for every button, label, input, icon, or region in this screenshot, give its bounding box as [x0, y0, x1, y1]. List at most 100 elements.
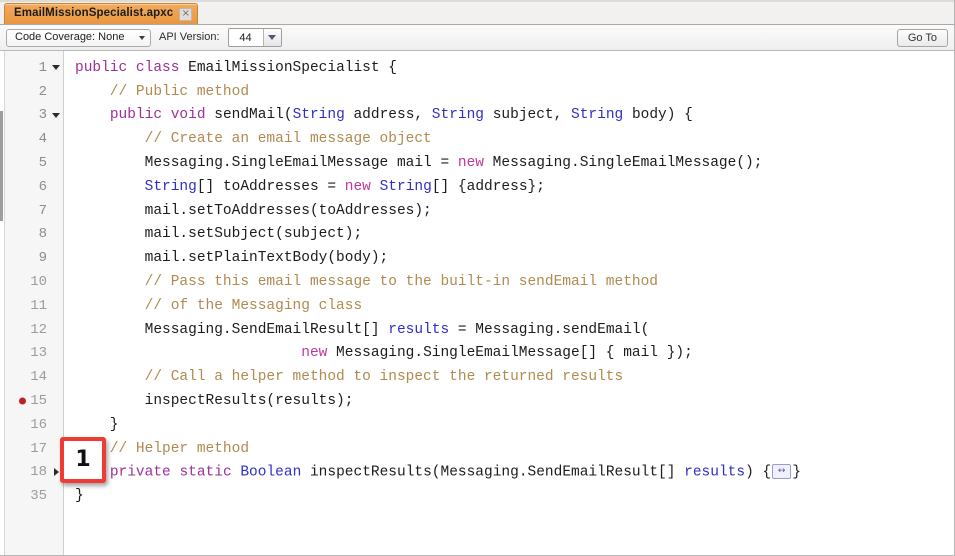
chevron-down-icon — [139, 35, 145, 40]
editor-tab-email-mission-specialist[interactable]: EmailMissionSpecialist.apxc × — [4, 3, 199, 24]
code-token: body) { — [623, 107, 693, 124]
line-number: 6 — [38, 178, 47, 195]
code-token: results — [684, 464, 746, 481]
code-token: EmailMissionSpecialist { — [179, 59, 397, 76]
line-number: 16 — [30, 416, 47, 433]
code-token: String — [571, 107, 624, 124]
code-token: // of the Messaging class — [75, 297, 363, 314]
line-number: 14 — [30, 369, 47, 386]
code-text: String[] toAddresses = new String[] {add… — [63, 179, 545, 195]
code-token: mail.setSubject(subject); — [75, 226, 363, 243]
code-token: new — [301, 345, 328, 362]
code-text: // of the Messaging class — [63, 297, 363, 314]
code-token: // Create an email message object — [75, 131, 432, 148]
code-token: inspectResults(results); — [75, 393, 354, 410]
editor-tab-label: EmailMissionSpecialist.apxc — [14, 7, 174, 20]
code-line[interactable]: 8 mail.setSubject(subject); — [5, 223, 954, 247]
line-number: 9 — [38, 250, 47, 267]
code-line[interactable]: 5 Messaging.SingleEmailMessage mail = ne… — [5, 151, 954, 175]
code-fold-badge[interactable]: ↔ — [772, 464, 792, 480]
code-text: } — [63, 488, 84, 504]
line-number: 1 — [38, 59, 47, 76]
code-text: mail.setToAddresses(toAddresses); — [63, 203, 432, 219]
code-token: [] {address}; — [431, 178, 545, 195]
code-token: // Call a helper method to inspect the r… — [75, 369, 624, 386]
code-text: mail.setPlainTextBody(body); — [63, 250, 389, 266]
close-icon[interactable]: × — [179, 7, 193, 21]
line-number: 12 — [30, 321, 47, 338]
code-token: inspectResults(Messaging.SendEmailResult… — [301, 464, 685, 481]
code-token: Messaging.SingleEmailMessage[] { mail })… — [327, 345, 693, 362]
line-number: 18 — [30, 464, 47, 481]
line-number: 11 — [30, 297, 47, 314]
code-text: mail.setSubject(subject); — [63, 226, 363, 243]
code-token: new — [457, 155, 484, 172]
go-to-button[interactable]: Go To — [896, 28, 948, 47]
code-token: Boolean — [240, 464, 302, 481]
code-line[interactable]: 10 // Pass this email message to the bui… — [5, 270, 954, 294]
annotation-callout-1: 1 — [60, 437, 106, 483]
code-text: public class EmailMissionSpecialist { — [63, 60, 397, 76]
breakpoint-icon[interactable] — [19, 397, 26, 405]
code-token: // Public method — [75, 83, 250, 100]
api-version-select[interactable]: 44 — [227, 28, 282, 47]
apex-code-editor-window: EmailMissionSpecialist.apxc × Code Cover… — [0, 0, 955, 556]
code-token: // Pass this email message to the built-… — [75, 274, 658, 291]
code-text: Messaging.SendEmailResult[] results = Me… — [63, 321, 650, 338]
code-line[interactable]: 3 public void sendMail(String address, S… — [5, 104, 954, 128]
code-token: = Messaging.sendEmail( — [449, 321, 650, 338]
code-line[interactable]: 6 String[] toAddresses = new String[] {a… — [5, 175, 954, 199]
editor-toolbar: Code Coverage: None API Version: 44 Go T… — [0, 25, 954, 51]
code-line[interactable]: 11 // of the Messaging class — [5, 294, 954, 318]
code-text: // Public method — [63, 84, 249, 100]
code-line[interactable]: 2 // Public method — [5, 80, 954, 104]
code-line[interactable]: 17 // Helper method — [5, 437, 954, 461]
line-number: 35 — [30, 488, 47, 505]
code-line[interactable]: 12 Messaging.SendEmailResult[] results =… — [5, 318, 954, 342]
code-token: [] toAddresses = — [196, 178, 345, 195]
code-line[interactable]: 15 inspectResults(results); — [5, 389, 954, 413]
code-coverage-dropdown[interactable]: Code Coverage: None — [6, 28, 151, 47]
code-line[interactable]: 16 } — [5, 413, 954, 437]
code-text: // Create an email message object — [63, 131, 432, 147]
line-number: 10 — [30, 274, 47, 291]
code-text: private static Boolean inspectResults(Me… — [63, 464, 801, 481]
code-line[interactable]: 7 mail.setToAddresses(toAddresses); — [5, 199, 954, 223]
line-number: 8 — [38, 226, 47, 243]
fold-collapse-icon[interactable] — [49, 112, 63, 118]
code-token: mail.setToAddresses(toAddresses); — [75, 202, 432, 219]
code-line[interactable]: 35} — [5, 484, 954, 508]
code-line[interactable]: 18 private static Boolean inspectResults… — [5, 461, 954, 485]
code-line[interactable]: 1 public class EmailMissionSpecialist { — [5, 56, 954, 80]
code-token: String — [292, 107, 345, 124]
code-line[interactable]: 14 // Call a helper method to inspect th… — [5, 365, 954, 389]
api-version-label: API Version: — [159, 31, 220, 43]
code-token: String — [144, 178, 197, 195]
line-number: 7 — [38, 202, 47, 219]
code-token: static — [179, 464, 232, 481]
code-surface[interactable]: 1 public class EmailMissionSpecialist { 2 … — [5, 51, 954, 555]
code-line[interactable]: 4 // Create an email message object — [5, 127, 954, 151]
line-number: 17 — [30, 440, 47, 457]
code-token: public — [109, 107, 163, 124]
code-text: public void sendMail(String address, Str… — [63, 107, 693, 123]
code-line[interactable]: 9 mail.setPlainTextBody(body); — [5, 246, 954, 270]
code-line[interactable]: 13 new Messaging.SingleEmailMessage[] { … — [5, 342, 954, 366]
line-number: 13 — [30, 345, 47, 362]
code-editor-area: 1 public class EmailMissionSpecialist { 2 … — [0, 51, 954, 555]
code-token: results — [388, 321, 450, 338]
line-number: 5 — [38, 155, 47, 172]
toolbar-left-group: Code Coverage: None API Version: 44 — [6, 28, 889, 47]
code-token: String — [431, 107, 485, 124]
api-version-value: 44 — [228, 29, 263, 46]
line-number: 3 — [38, 107, 47, 124]
code-text: } — [63, 417, 119, 433]
code-token: ) { — [745, 464, 772, 481]
code-token: } — [75, 488, 84, 505]
chevron-down-icon[interactable] — [262, 29, 281, 46]
code-token: Messaging.SingleEmailMessage mail = — [75, 155, 458, 172]
fold-collapse-icon[interactable] — [49, 65, 63, 71]
code-token: subject, — [484, 107, 572, 124]
